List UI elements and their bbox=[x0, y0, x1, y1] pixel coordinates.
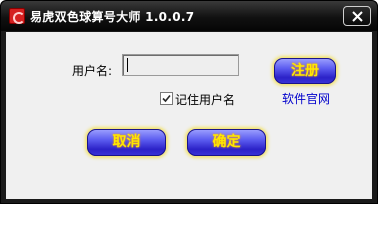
username-input[interactable] bbox=[122, 54, 239, 76]
username-label: 用户名: bbox=[72, 64, 113, 78]
window-title: 易虎双色球算号大师 1.0.0.7 bbox=[30, 10, 195, 24]
checkmark-icon bbox=[162, 94, 171, 103]
close-icon bbox=[352, 11, 363, 22]
login-panel: 用户名: 记住用户名 注册 软件官网 取消 确定 bbox=[6, 32, 372, 199]
remember-username-label: 记住用户名 bbox=[175, 93, 236, 107]
register-button[interactable]: 注册 bbox=[274, 58, 336, 84]
checkbox-box[interactable] bbox=[160, 92, 173, 105]
app-window: 易虎双色球算号大师 1.0.0.7 用户名: 记住用户名 注册 软件官网 取消 … bbox=[0, 0, 378, 204]
title-bar[interactable]: 易虎双色球算号大师 1.0.0.7 bbox=[1, 1, 377, 31]
close-button[interactable] bbox=[343, 6, 371, 26]
app-logo-icon bbox=[9, 8, 25, 24]
ok-button[interactable]: 确定 bbox=[187, 129, 266, 156]
text-caret bbox=[127, 58, 128, 72]
official-site-link[interactable]: 软件官网 bbox=[282, 90, 330, 107]
cancel-button[interactable]: 取消 bbox=[87, 129, 166, 156]
